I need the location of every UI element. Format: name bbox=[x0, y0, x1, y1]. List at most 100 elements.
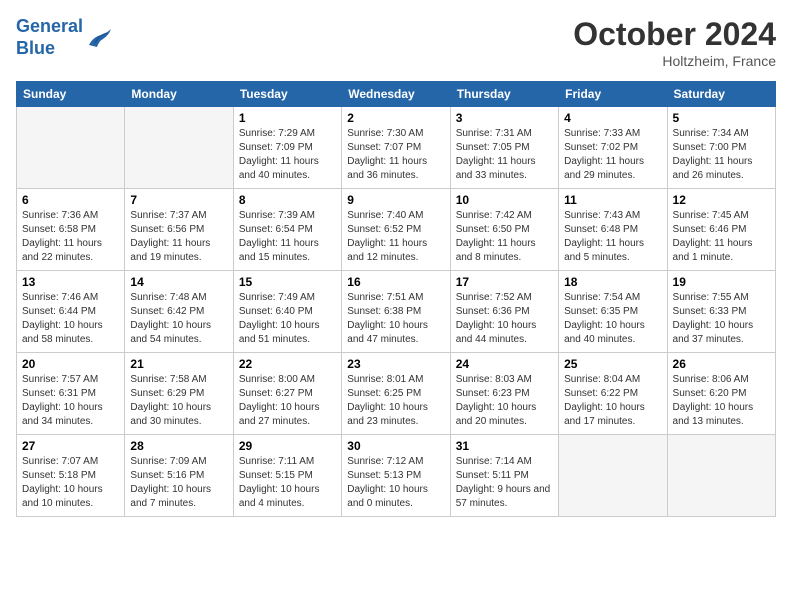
calendar-cell bbox=[667, 435, 775, 517]
day-number: 13 bbox=[22, 275, 119, 289]
calendar-table: SundayMondayTuesdayWednesdayThursdayFrid… bbox=[16, 81, 776, 517]
weekday-header-saturday: Saturday bbox=[667, 82, 775, 107]
day-info: Sunrise: 7:11 AM Sunset: 5:15 PM Dayligh… bbox=[239, 455, 336, 511]
day-number: 30 bbox=[347, 439, 444, 453]
day-info: Sunrise: 8:00 AM Sunset: 6:27 PM Dayligh… bbox=[239, 373, 336, 429]
calendar-cell: 30 Sunrise: 7:12 AM Sunset: 5:13 PM Dayli… bbox=[342, 435, 450, 517]
calendar-cell: 14 Sunrise: 7:48 AM Sunset: 6:42 PM Dayli… bbox=[125, 271, 233, 353]
calendar-cell: 13Sunrise: 7:46 AM Sunset: 6:44 PM Dayli… bbox=[17, 271, 125, 353]
day-info: Sunrise: 7:54 AM Sunset: 6:35 PM Dayligh… bbox=[564, 291, 661, 347]
day-number: 29 bbox=[239, 439, 336, 453]
calendar-cell: 3 Sunrise: 7:31 AM Sunset: 7:05 PM Daylig… bbox=[450, 107, 558, 189]
calendar-cell: 11 Sunrise: 7:43 AM Sunset: 6:48 PM Dayli… bbox=[559, 189, 667, 271]
calendar-cell: 6 Sunrise: 7:36 AM Sunset: 6:58 PM Daylig… bbox=[17, 189, 125, 271]
day-number: 14 bbox=[130, 275, 227, 289]
day-info: Sunrise: 7:58 AM Sunset: 6:29 PM Dayligh… bbox=[130, 373, 227, 429]
calendar-cell: 10Sunrise: 7:42 AM Sunset: 6:50 PM Dayli… bbox=[450, 189, 558, 271]
day-number: 8 bbox=[239, 193, 336, 207]
day-info: Sunrise: 7:57 AM Sunset: 6:31 PM Dayligh… bbox=[22, 373, 119, 429]
calendar-cell: 26 Sunrise: 8:06 AM Sunset: 6:20 PM Dayli… bbox=[667, 353, 775, 435]
location: Holtzheim, France bbox=[573, 53, 776, 69]
day-number: 21 bbox=[130, 357, 227, 371]
week-row-3: 13Sunrise: 7:46 AM Sunset: 6:44 PM Dayli… bbox=[17, 271, 776, 353]
calendar-cell: 5 Sunrise: 7:34 AM Sunset: 7:00 PM Daylig… bbox=[667, 107, 775, 189]
day-info: Sunrise: 7:09 AM Sunset: 5:16 PM Dayligh… bbox=[130, 455, 227, 511]
day-info: Sunrise: 7:55 AM Sunset: 6:33 PM Dayligh… bbox=[673, 291, 770, 347]
day-number: 6 bbox=[22, 193, 119, 207]
weekday-header-friday: Friday bbox=[559, 82, 667, 107]
calendar-cell: 12Sunrise: 7:45 AM Sunset: 6:46 PM Dayli… bbox=[667, 189, 775, 271]
weekday-header-tuesday: Tuesday bbox=[233, 82, 341, 107]
day-number: 31 bbox=[456, 439, 553, 453]
calendar-cell: 4 Sunrise: 7:33 AM Sunset: 7:02 PM Daylig… bbox=[559, 107, 667, 189]
day-number: 24 bbox=[456, 357, 553, 371]
title-block: October 2024 Holtzheim, France bbox=[573, 16, 776, 69]
logo-bird-icon bbox=[85, 27, 113, 49]
calendar-cell: 20 Sunrise: 7:57 AM Sunset: 6:31 PM Dayli… bbox=[17, 353, 125, 435]
day-info: Sunrise: 7:34 AM Sunset: 7:00 PM Dayligh… bbox=[673, 127, 770, 183]
day-number: 9 bbox=[347, 193, 444, 207]
day-number: 18 bbox=[564, 275, 661, 289]
page-header: General Blue October 2024 Holtzheim, Fra… bbox=[16, 16, 776, 69]
day-info: Sunrise: 8:01 AM Sunset: 6:25 PM Dayligh… bbox=[347, 373, 444, 429]
day-info: Sunrise: 7:14 AM Sunset: 5:11 PM Dayligh… bbox=[456, 455, 553, 511]
day-info: Sunrise: 7:52 AM Sunset: 6:36 PM Dayligh… bbox=[456, 291, 553, 347]
calendar-cell: 9Sunrise: 7:40 AM Sunset: 6:52 PM Daylig… bbox=[342, 189, 450, 271]
calendar-cell: 22 Sunrise: 8:00 AM Sunset: 6:27 PM Dayli… bbox=[233, 353, 341, 435]
day-number: 26 bbox=[673, 357, 770, 371]
week-row-4: 20 Sunrise: 7:57 AM Sunset: 6:31 PM Dayli… bbox=[17, 353, 776, 435]
day-number: 15 bbox=[239, 275, 336, 289]
day-number: 19 bbox=[673, 275, 770, 289]
day-number: 4 bbox=[564, 111, 661, 125]
calendar-cell bbox=[125, 107, 233, 189]
calendar-cell: 27Sunrise: 7:07 AM Sunset: 5:18 PM Dayli… bbox=[17, 435, 125, 517]
calendar-cell: 23 Sunrise: 8:01 AM Sunset: 6:25 PM Dayli… bbox=[342, 353, 450, 435]
day-number: 20 bbox=[22, 357, 119, 371]
day-info: Sunrise: 7:12 AM Sunset: 5:13 PM Dayligh… bbox=[347, 455, 444, 511]
day-number: 22 bbox=[239, 357, 336, 371]
calendar-cell bbox=[559, 435, 667, 517]
weekday-header-row: SundayMondayTuesdayWednesdayThursdayFrid… bbox=[17, 82, 776, 107]
day-number: 7 bbox=[130, 193, 227, 207]
day-number: 23 bbox=[347, 357, 444, 371]
weekday-header-sunday: Sunday bbox=[17, 82, 125, 107]
day-number: 5 bbox=[673, 111, 770, 125]
week-row-5: 27Sunrise: 7:07 AM Sunset: 5:18 PM Dayli… bbox=[17, 435, 776, 517]
weekday-header-monday: Monday bbox=[125, 82, 233, 107]
week-row-2: 6 Sunrise: 7:36 AM Sunset: 6:58 PM Daylig… bbox=[17, 189, 776, 271]
day-number: 25 bbox=[564, 357, 661, 371]
day-info: Sunrise: 7:48 AM Sunset: 6:42 PM Dayligh… bbox=[130, 291, 227, 347]
day-info: Sunrise: 7:07 AM Sunset: 5:18 PM Dayligh… bbox=[22, 455, 119, 511]
day-info: Sunrise: 8:04 AM Sunset: 6:22 PM Dayligh… bbox=[564, 373, 661, 429]
day-info: Sunrise: 7:43 AM Sunset: 6:48 PM Dayligh… bbox=[564, 209, 661, 265]
day-info: Sunrise: 7:39 AM Sunset: 6:54 PM Dayligh… bbox=[239, 209, 336, 265]
day-info: Sunrise: 7:37 AM Sunset: 6:56 PM Dayligh… bbox=[130, 209, 227, 265]
day-info: Sunrise: 7:42 AM Sunset: 6:50 PM Dayligh… bbox=[456, 209, 553, 265]
day-number: 11 bbox=[564, 193, 661, 207]
weekday-header-thursday: Thursday bbox=[450, 82, 558, 107]
day-info: Sunrise: 7:29 AM Sunset: 7:09 PM Dayligh… bbox=[239, 127, 336, 183]
calendar-cell: 2Sunrise: 7:30 AM Sunset: 7:07 PM Daylig… bbox=[342, 107, 450, 189]
calendar-cell: 1 Sunrise: 7:29 AM Sunset: 7:09 PM Daylig… bbox=[233, 107, 341, 189]
day-info: Sunrise: 8:06 AM Sunset: 6:20 PM Dayligh… bbox=[673, 373, 770, 429]
calendar-cell bbox=[17, 107, 125, 189]
day-number: 1 bbox=[239, 111, 336, 125]
weekday-header-wednesday: Wednesday bbox=[342, 82, 450, 107]
logo: General Blue bbox=[16, 16, 113, 59]
calendar-cell: 24 Sunrise: 8:03 AM Sunset: 6:23 PM Dayli… bbox=[450, 353, 558, 435]
day-info: Sunrise: 7:31 AM Sunset: 7:05 PM Dayligh… bbox=[456, 127, 553, 183]
month-title: October 2024 bbox=[573, 16, 776, 53]
day-number: 3 bbox=[456, 111, 553, 125]
day-info: Sunrise: 7:33 AM Sunset: 7:02 PM Dayligh… bbox=[564, 127, 661, 183]
day-info: Sunrise: 8:03 AM Sunset: 6:23 PM Dayligh… bbox=[456, 373, 553, 429]
calendar-cell: 25 Sunrise: 8:04 AM Sunset: 6:22 PM Dayli… bbox=[559, 353, 667, 435]
calendar-cell: 19 Sunrise: 7:55 AM Sunset: 6:33 PM Dayli… bbox=[667, 271, 775, 353]
calendar-cell: 15 Sunrise: 7:49 AM Sunset: 6:40 PM Dayli… bbox=[233, 271, 341, 353]
calendar-cell: 21 Sunrise: 7:58 AM Sunset: 6:29 PM Dayli… bbox=[125, 353, 233, 435]
calendar-cell: 29 Sunrise: 7:11 AM Sunset: 5:15 PM Dayli… bbox=[233, 435, 341, 517]
day-info: Sunrise: 7:36 AM Sunset: 6:58 PM Dayligh… bbox=[22, 209, 119, 265]
day-info: Sunrise: 7:49 AM Sunset: 6:40 PM Dayligh… bbox=[239, 291, 336, 347]
week-row-1: 1 Sunrise: 7:29 AM Sunset: 7:09 PM Daylig… bbox=[17, 107, 776, 189]
calendar-cell: 31 Sunrise: 7:14 AM Sunset: 5:11 PM Dayli… bbox=[450, 435, 558, 517]
day-number: 12 bbox=[673, 193, 770, 207]
